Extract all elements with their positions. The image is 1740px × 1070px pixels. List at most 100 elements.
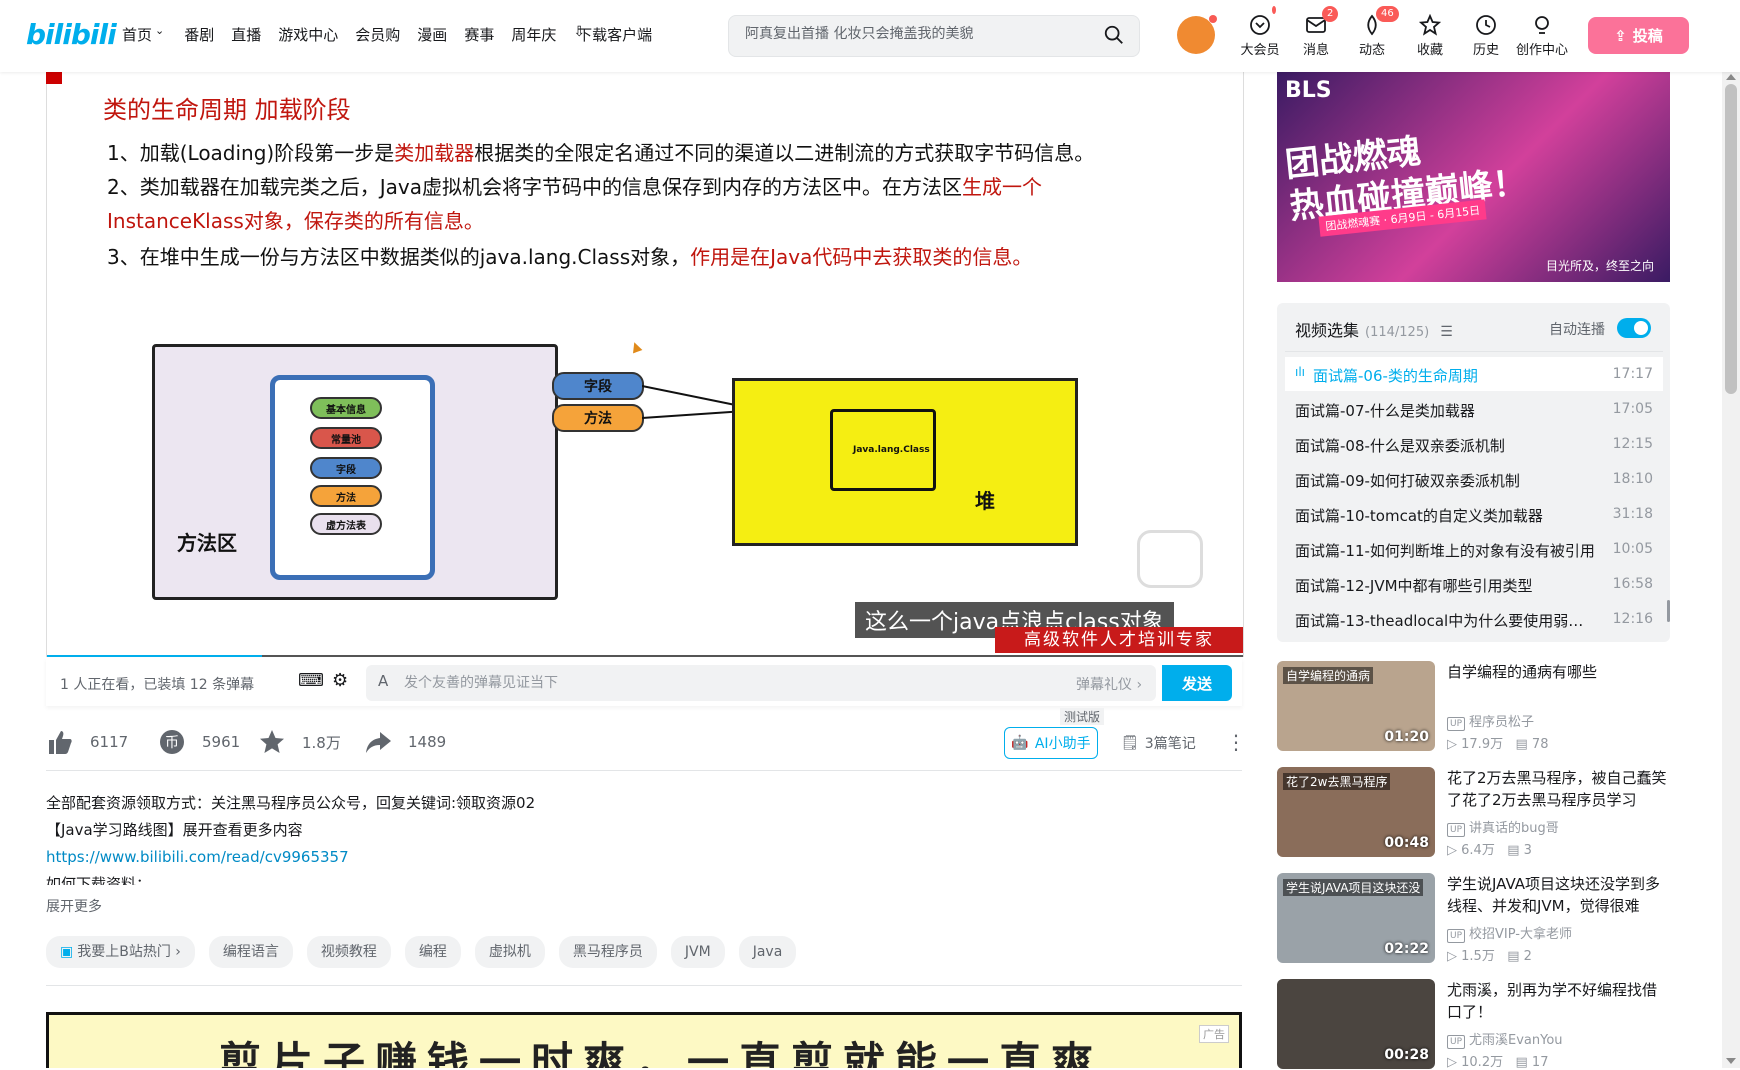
- playlist-item[interactable]: 面试篇-11-如何判断堆上的对象有没有被引用 10:05: [1285, 532, 1663, 566]
- nav-bangumi[interactable]: 番剧: [184, 24, 214, 45]
- favorite-button[interactable]: 1.8万: [258, 728, 341, 756]
- tag-item[interactable]: 编程: [404, 936, 461, 968]
- expand-more-button[interactable]: 展开更多: [46, 896, 102, 916]
- recommend-thumbnail[interactable]: 花了2w去黑马程序 00:48: [1277, 767, 1435, 857]
- recommend-card[interactable]: 自学编程的通病 01:20 自学编程的通病有哪些 UP 程序员松子 ▷ 17.9万 ▤ 7…: [1277, 661, 1670, 752]
- pill-constant-pool: 常量池: [310, 427, 382, 449]
- ad-foot: 目光所及，终至之向: [1545, 259, 1654, 273]
- header-vip[interactable]: 大会员: [1232, 6, 1288, 58]
- nav-download-client[interactable]: 下载客户端: [577, 24, 652, 45]
- more-options-icon[interactable]: ⋮: [1226, 730, 1246, 754]
- slide-line-1: 1、加载(Loading)阶段第一步是类加载器根据类的全限定名通过不同的渠道以二…: [107, 141, 1095, 165]
- tag-item[interactable]: JVM: [670, 936, 725, 968]
- share-count: 1489: [408, 733, 447, 751]
- uploader[interactable]: UP 尤雨溪EvanYou: [1447, 1029, 1563, 1049]
- class-object-label: Java.lang.Class: [853, 445, 930, 455]
- playlist-item[interactable]: 面试篇-13-theadlocal中为什么要使用弱引用 12:16: [1285, 602, 1663, 636]
- divider: [46, 985, 1242, 986]
- recommend-card[interactable]: 00:28 尤雨溪，别再为学不好编程找借口了！ UP 尤雨溪EvanYou ▷ 10.2…: [1277, 979, 1670, 1070]
- nav-match[interactable]: 赛事: [464, 24, 494, 45]
- coin-button[interactable]: 币 5961: [158, 728, 240, 756]
- chevron-down-icon: ⌄: [155, 24, 165, 37]
- bilibili-logo[interactable]: bilibili: [26, 18, 117, 51]
- header-favorites-label: 收藏: [1416, 43, 1443, 58]
- video-playlist: 视频选集 (114/125) ☰ 自动连播 ılı 面试篇-06-类的生命周期 17…: [1277, 303, 1670, 642]
- scroll-down-arrow[interactable]: [1726, 1058, 1736, 1064]
- progress-bar[interactable]: [47, 655, 1243, 657]
- playlist-item[interactable]: 面试篇-08-什么是双亲委派机制 12:15: [1285, 427, 1663, 461]
- danmaku-settings-icon[interactable]: ⚙: [332, 670, 348, 691]
- recommend-title[interactable]: 学生说JAVA项目这块还没学到多线程、并发和JVM，觉得很难: [1447, 873, 1669, 917]
- upload-button[interactable]: ⇪ 投稿: [1588, 17, 1689, 54]
- pill-right-method: 方法: [552, 404, 644, 432]
- uploader[interactable]: UP 校招VIP-大拿老师: [1447, 923, 1572, 943]
- ad-badge: 广告: [1199, 1025, 1229, 1043]
- search-icon[interactable]: [1103, 24, 1125, 46]
- watermark-ribbon: 高级软件人才培训专家: [995, 627, 1243, 653]
- scroll-up-arrow[interactable]: [1726, 74, 1736, 80]
- playlist-item[interactable]: 面试篇-09-如何打破双亲委派机制 18:10: [1285, 462, 1663, 496]
- like-button[interactable]: 6117: [46, 728, 128, 756]
- play-icon[interactable]: [1137, 530, 1203, 588]
- tag-item[interactable]: 虚拟机: [474, 936, 545, 968]
- thumbnail-caption: 自学编程的通病: [1283, 667, 1374, 684]
- nav-mall[interactable]: 会员购: [355, 24, 400, 45]
- mouse-cursor: [629, 340, 643, 354]
- slide-corner-mark: [46, 72, 62, 84]
- page-scrollbar[interactable]: [1722, 72, 1740, 1068]
- tag-hot[interactable]: ▣ 我要上B站热门 ›: [46, 936, 195, 968]
- nav-anniversary[interactable]: 周年庆: [511, 24, 556, 45]
- danmaku-toggle-icon[interactable]: ⌨: [298, 670, 324, 691]
- playlist-item[interactable]: 面试篇-12-JVM中都有哪些引用类型 16:58: [1285, 567, 1663, 601]
- tag-list: ▣ 我要上B站热门 › 编程语言 视频教程 编程 虚拟机 黑马程序员 JVM Ja…: [46, 936, 797, 968]
- recommend-title[interactable]: 自学编程的通病有哪些: [1447, 661, 1669, 683]
- uploader[interactable]: UP 程序员松子: [1447, 711, 1534, 731]
- comment-icon: ▤: [1507, 843, 1524, 858]
- right-ad-card[interactable]: BLS 团战燃魂 热血碰撞巅峰！ 团战燃魂赛 · 6月9日 - 6月15日 目光所…: [1277, 72, 1670, 282]
- danmaku-etiquette-link[interactable]: 弹幕礼仪 ›: [1076, 674, 1142, 694]
- header-dynamic[interactable]: 动态 46: [1344, 6, 1400, 58]
- ai-assistant-button[interactable]: 🤖 AI小助手: [1004, 727, 1098, 759]
- recommend-title[interactable]: 花了2万去黑马程序，被自己蠢笑了花了2万去黑马程序员学习: [1447, 767, 1669, 811]
- tag-item[interactable]: 视频教程: [306, 936, 391, 968]
- desc-link[interactable]: https://www.bilibili.com/read/cv9965357: [46, 848, 349, 866]
- recommend-card[interactable]: 学生说JAVA项目这块还没 02:22 学生说JAVA项目这块还没学到多线程、并发和…: [1277, 873, 1670, 964]
- danmaku-input[interactable]: [402, 674, 1006, 692]
- coin-count: 5961: [202, 733, 241, 751]
- playlist-item-active[interactable]: ılı 面试篇-06-类的生命周期 17:17: [1285, 357, 1663, 391]
- playlist-item[interactable]: 面试篇-07-什么是类加载器 17:05: [1285, 392, 1663, 426]
- search-box: [728, 15, 1140, 57]
- tag-item[interactable]: 黑马程序员: [558, 936, 657, 968]
- vip-icon: [1250, 15, 1270, 35]
- list-view-icon[interactable]: ☰: [1440, 324, 1453, 340]
- header-message[interactable]: 消息 2: [1288, 6, 1344, 58]
- header-creator-center[interactable]: 创作中心: [1512, 14, 1572, 58]
- autoplay-toggle[interactable]: [1617, 318, 1651, 338]
- search-input[interactable]: [743, 25, 1087, 43]
- ad-banner[interactable]: 剪片子赚钱一时爽，一直剪就能一直爽 广告: [46, 1012, 1242, 1068]
- playlist-item[interactable]: 面试篇-10-tomcat的自定义类加载器 31:18: [1285, 497, 1663, 531]
- nav-manga[interactable]: 漫画: [417, 24, 447, 45]
- uploader[interactable]: UP 讲真话的bug哥: [1447, 817, 1559, 837]
- up-icon: UP: [1447, 823, 1466, 837]
- tag-item[interactable]: 编程语言: [208, 936, 293, 968]
- video-player[interactable]: 类的生命周期 加载阶段 1、加载(Loading)阶段第一步是类加载器根据类的全…: [46, 72, 1244, 657]
- scroll-thumb[interactable]: [1725, 84, 1737, 394]
- recommend-thumbnail[interactable]: 自学编程的通病 01:20: [1277, 661, 1435, 751]
- tag-item[interactable]: Java: [738, 936, 797, 968]
- heap-box: Java.lang.Class 堆: [732, 378, 1078, 546]
- notes-button[interactable]: 🗒 3篇笔记: [1121, 733, 1196, 753]
- recommend-thumbnail[interactable]: 00:28: [1277, 979, 1435, 1069]
- send-danmaku-button[interactable]: 发送: [1162, 665, 1232, 701]
- nav-home[interactable]: 首页: [122, 24, 152, 45]
- playlist-scrollbar[interactable]: [1667, 600, 1670, 622]
- recommend-card[interactable]: 花了2w去黑马程序 00:48 花了2万去黑马程序，被自己蠢笑了花了2万去黑马程序员…: [1277, 767, 1670, 858]
- recommend-title[interactable]: 尤雨溪，别再为学不好编程找借口了！: [1447, 979, 1669, 1023]
- text-style-icon[interactable]: A: [378, 672, 388, 690]
- recommend-thumbnail[interactable]: 学生说JAVA项目这块还没 02:22: [1277, 873, 1435, 963]
- share-button[interactable]: 1489: [364, 728, 446, 756]
- header-favorites[interactable]: 收藏: [1402, 14, 1458, 58]
- nav-game-center[interactable]: 游戏中心: [278, 24, 338, 45]
- header-history[interactable]: 历史: [1458, 14, 1514, 58]
- nav-live[interactable]: 直播: [231, 24, 261, 45]
